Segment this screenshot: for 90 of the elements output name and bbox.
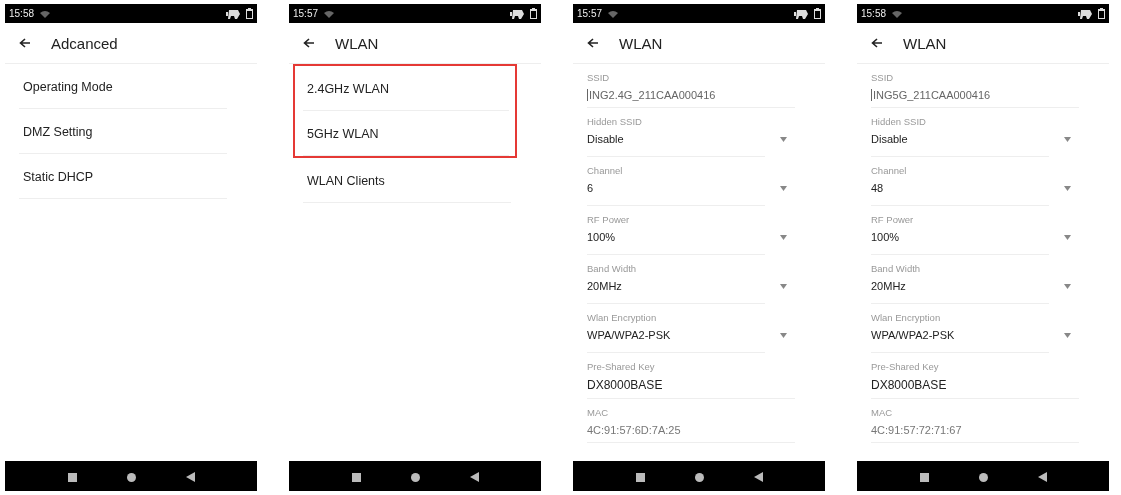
- back-arrow-icon: [19, 38, 31, 48]
- input-field[interactable]: DX8000BASE: [587, 378, 795, 392]
- field-label: MAC: [587, 407, 610, 418]
- battery-icon: [814, 8, 821, 19]
- battery-icon: [246, 8, 253, 19]
- dropdown-caret-icon: [780, 234, 787, 240]
- home-icon: [694, 472, 704, 482]
- field-value: 4C:91:57:72:71:67: [871, 424, 963, 436]
- dropdown-caret-icon: [1064, 332, 1071, 338]
- dropdown-value: WPA/WPA2-PSK: [587, 329, 671, 341]
- menu-item[interactable]: 5GHz WLAN: [303, 111, 509, 156]
- dropdown[interactable]: 6: [587, 182, 791, 194]
- input-field[interactable]: ING5G_211CAA000416: [871, 89, 1079, 101]
- menu-item[interactable]: DMZ Setting: [19, 109, 227, 154]
- dropdown-value: 20MHz: [871, 280, 906, 292]
- field-label: Pre-Shared Key: [587, 361, 656, 372]
- back-icon: [753, 472, 763, 482]
- menu-item[interactable]: 2.4GHz WLAN: [303, 66, 509, 111]
- battery-icon: [530, 8, 537, 19]
- dropdown[interactable]: 100%: [587, 231, 791, 243]
- dropdown[interactable]: WPA/WPA2-PSK: [587, 329, 791, 341]
- dropdown-caret-icon: [1064, 185, 1071, 191]
- recents-icon: [67, 472, 77, 482]
- dropdown-caret-icon: [780, 185, 787, 191]
- home-icon: [126, 472, 136, 482]
- wifi-icon: [608, 9, 619, 18]
- dropdown-value: 48: [871, 182, 884, 194]
- back-icon: [185, 472, 195, 482]
- dropdown[interactable]: 20MHz: [871, 280, 1075, 292]
- field-label: Wlan Encryption: [587, 312, 658, 323]
- back-arrow-icon: [871, 38, 883, 48]
- screen-title: WLAN: [903, 34, 947, 52]
- menu-item[interactable]: Static DHCP: [19, 154, 227, 199]
- field-label: MAC: [871, 407, 894, 418]
- dropdown-caret-icon: [780, 283, 787, 289]
- dropdown[interactable]: WPA/WPA2-PSK: [871, 329, 1075, 341]
- dropdown-value: 100%: [587, 231, 616, 243]
- dropdown-caret-icon: [1064, 234, 1071, 240]
- recents-icon: [635, 472, 645, 482]
- back-arrow-icon: [303, 38, 315, 48]
- input-field[interactable]: DX8000BASE: [871, 378, 1079, 392]
- screen-title: WLAN: [335, 34, 379, 52]
- field-label: RF Power: [587, 214, 631, 225]
- field-label: Band Width: [587, 263, 638, 274]
- input-field[interactable]: ING2.4G_211CAA000416: [587, 89, 795, 101]
- dropdown-value: WPA/WPA2-PSK: [871, 329, 955, 341]
- wifi-icon: [892, 9, 903, 18]
- back-arrow-icon: [587, 38, 599, 48]
- field-label: Wlan Encryption: [871, 312, 942, 323]
- dropdown-value: 20MHz: [587, 280, 622, 292]
- screen-title: WLAN: [619, 34, 663, 52]
- back-icon: [469, 472, 479, 482]
- menu-item[interactable]: WLAN Clients: [303, 158, 511, 203]
- screen-title: Adcanced: [51, 34, 118, 52]
- home-icon: [410, 472, 420, 482]
- status-time: 15:57: [293, 8, 319, 19]
- field-label: Pre-Shared Key: [871, 361, 940, 372]
- dropdown-caret-icon: [1064, 283, 1071, 289]
- menu-item[interactable]: Operating Mode: [19, 64, 227, 109]
- field-label: Channel: [587, 165, 624, 176]
- field-label: Channel: [871, 165, 908, 176]
- wifi-icon: [324, 9, 335, 18]
- field-value: 4C:91:57:6D:7A:25: [587, 424, 682, 436]
- dropdown[interactable]: Disable: [871, 133, 1075, 145]
- status-time: 15:58: [9, 8, 35, 19]
- status-time: 15:57: [577, 8, 603, 19]
- field-label: Hidden SSID: [871, 116, 927, 127]
- field-label: Band Width: [871, 263, 922, 274]
- dropdown-value: 100%: [871, 231, 900, 243]
- home-icon: [978, 472, 988, 482]
- dropdown-caret-icon: [780, 332, 787, 338]
- battery-icon: [1098, 8, 1105, 19]
- wifi-icon: [40, 9, 51, 18]
- dropdown-caret-icon: [1064, 136, 1071, 142]
- field-label: Hidden SSID: [587, 116, 643, 127]
- dropdown-value: Disable: [871, 133, 908, 145]
- dropdown-value: 6: [587, 182, 594, 194]
- recents-icon: [351, 472, 361, 482]
- dropdown[interactable]: Disable: [587, 133, 791, 145]
- status-time: 15:58: [861, 8, 887, 19]
- dropdown[interactable]: 20MHz: [587, 280, 791, 292]
- dropdown[interactable]: 100%: [871, 231, 1075, 243]
- dropdown-caret-icon: [780, 136, 787, 142]
- dropdown[interactable]: 48: [871, 182, 1075, 194]
- field-label: RF Power: [871, 214, 915, 225]
- back-icon: [1037, 472, 1047, 482]
- dropdown-value: Disable: [587, 133, 624, 145]
- recents-icon: [919, 472, 929, 482]
- field-label: SSID: [587, 72, 611, 83]
- field-label: SSID: [871, 72, 895, 83]
